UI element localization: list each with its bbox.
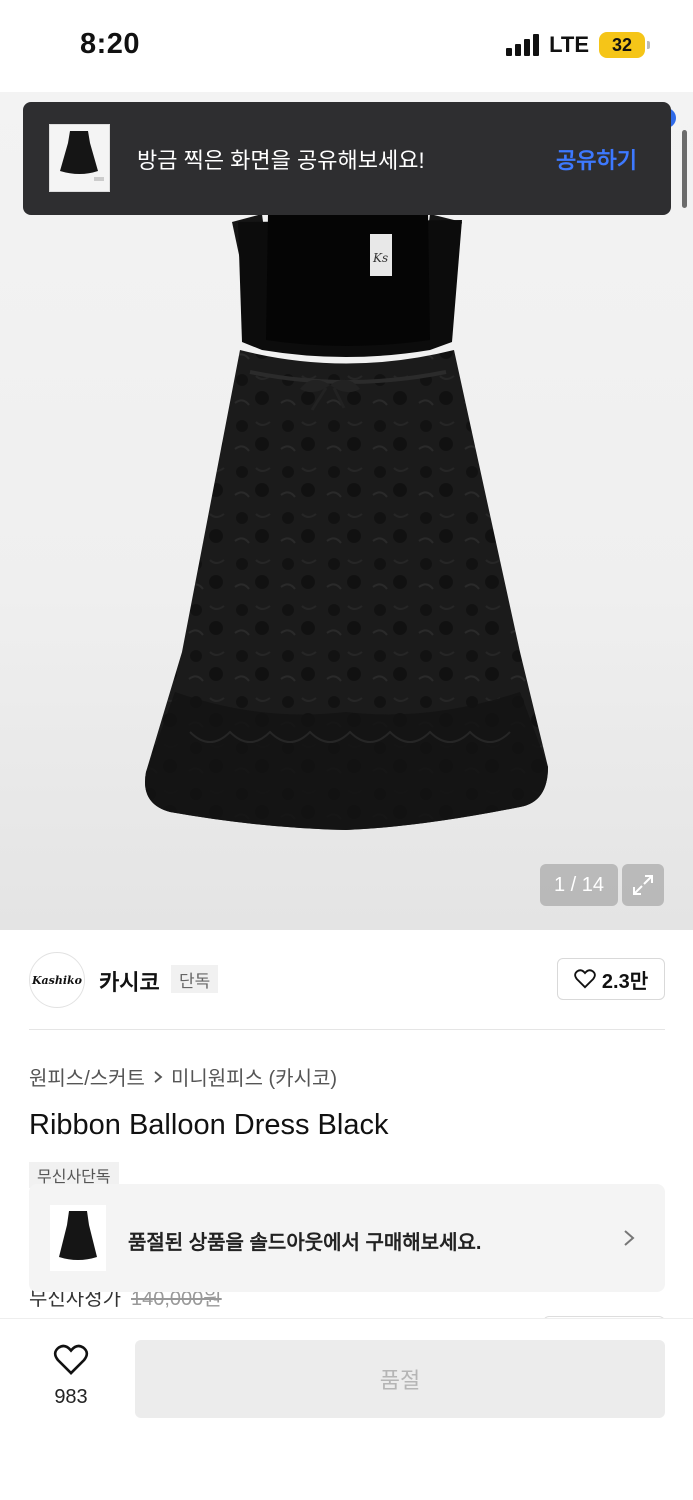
brand-name[interactable]: 카시코 [99,965,160,997]
dress-thumbnail-image [50,1205,106,1271]
breadcrumb: 원피스/스커트 미니원피스 (카시코) [29,1062,337,1091]
battery-icon: 32 [599,32,650,58]
svg-text:Ks: Ks [372,251,388,265]
brand-logo[interactable]: Kashiko [29,952,85,1008]
divider [29,1029,665,1030]
status-bar: 8:20 LTE 32 [0,0,693,92]
brand-like-count: 2.3만 [601,970,649,993]
expand-button[interactable] [622,864,664,906]
product-page: 8:20 LTE 32 Ks 1 / 14 방금 찍은 화면을 공유해보세요! … [0,0,693,1500]
chevron-right-icon [154,1070,163,1083]
expand-icon [633,875,653,895]
wish-count: 983 [54,1386,88,1408]
heart-icon [574,969,596,989]
scroll-indicator [682,130,687,208]
network-type: LTE [549,32,589,57]
breadcrumb-subcategory[interactable]: 미니원피스 (카시코) [171,1062,337,1091]
chevron-right-icon [624,1230,635,1246]
product-image: Ks [145,212,548,830]
status-icons: LTE 32 [506,32,650,58]
battery-level: 32 [611,34,633,55]
screenshot-thumbnail[interactable] [49,124,110,192]
wish-button[interactable] [44,1344,98,1381]
product-image-gallery[interactable]: Ks [0,92,693,930]
brand-like-button[interactable]: 2.3만 [557,958,665,1000]
brand-logo-text: Kashiko [31,973,82,987]
share-toast-message: 방금 찍은 화면을 공유해보세요! [137,148,425,173]
dress-thumbnail-image [50,125,109,191]
breadcrumb-category[interactable]: 원피스/스커트 [29,1062,145,1091]
soldout-message: 품절된 상품을 솔드아웃에서 구매해보세요. [128,1232,482,1254]
heart-icon [53,1344,89,1375]
image-counter: 1 / 14 [540,864,618,906]
signal-icon [506,34,540,56]
product-title: Ribbon Balloon Dress Black [29,1109,389,1141]
status-time: 8:20 [80,28,141,60]
soldout-thumbnail [50,1205,106,1271]
brand-exclusive-badge: 단독 [171,965,219,993]
share-button[interactable]: 공유하기 [556,143,637,175]
soldout-buy-button[interactable]: 품절 [135,1340,665,1418]
